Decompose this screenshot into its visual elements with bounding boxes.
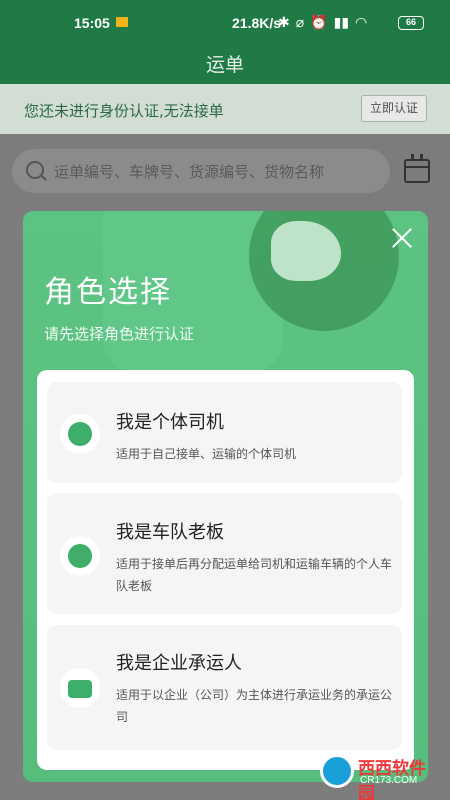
network-speed: 21.8K/s: [232, 15, 282, 31]
search-input[interactable]: 运单编号、车牌号、货源编号、货物名称: [12, 149, 390, 193]
search-icon: [26, 161, 44, 179]
close-icon[interactable]: [390, 226, 414, 250]
calendar-icon[interactable]: [404, 154, 430, 183]
bluetooth-icon: ✱: [278, 14, 290, 30]
dialog-subtitle: 请先选择角色进行认证: [44, 325, 195, 343]
mute-icon: ⌀: [295, 14, 305, 30]
watermark-url: CR173.COM: [360, 775, 418, 786]
briefcase-icon: [60, 668, 100, 708]
role-list: 我是个体司机 适用于自己接单、运输的个体司机 我是车队老板 适用于接单后再分配运…: [37, 370, 414, 770]
page-title: 运单: [205, 54, 244, 76]
search-placeholder: 运单编号、车牌号、货源编号、货物名称: [54, 163, 325, 181]
role-title: 我是个体司机: [116, 412, 224, 433]
app-header: 运单: [0, 44, 450, 84]
role-desc: 适用于自己接单、运输的个体司机: [116, 447, 297, 461]
signal-icon: ▮▮: [333, 14, 350, 30]
verification-notice: 您还未进行身份认证,无法接单 立即认证: [0, 84, 450, 134]
role-title: 我是车队老板: [116, 522, 224, 543]
role-desc: 适用于接单后再分配运单给司机和运输车辆的个人车队老板: [116, 557, 393, 593]
dialog-title: 角色选择: [44, 275, 172, 310]
watermark-logo-icon: [320, 754, 354, 788]
alarm-icon: ⏰: [310, 14, 328, 30]
watermark: 西西软件园 CR173.COM: [320, 752, 438, 800]
role-card-enterprise[interactable]: 我是企业承运人 适用于以企业（公司）为主体进行承运业务的承运公司: [47, 625, 402, 750]
driver-icon: [60, 414, 100, 454]
fleet-owner-icon: [60, 536, 100, 576]
status-icons: ✱ ⌀ ⏰ ▮▮ ◠: [278, 14, 367, 31]
verify-now-button[interactable]: 立即认证: [361, 95, 427, 122]
battery-icon: 66: [398, 16, 424, 30]
role-card-driver[interactable]: 我是个体司机 适用于自己接单、运输的个体司机: [47, 382, 402, 483]
role-desc: 适用于以企业（公司）为主体进行承运业务的承运公司: [116, 688, 393, 724]
role-select-dialog: 角色选择 请先选择角色进行认证 我是个体司机 适用于自己接单、运输的个体司机 我…: [23, 211, 428, 782]
status-time: 15:05: [74, 15, 110, 31]
search-area: 运单编号、车牌号、货源编号、货物名称: [0, 134, 450, 216]
role-card-fleet-owner[interactable]: 我是车队老板 适用于接单后再分配运单给司机和运输车辆的个人车队老板: [47, 493, 402, 614]
notification-flag-icon: [116, 17, 128, 27]
status-bar: 15:05 21.8K/s ✱ ⌀ ⏰ ▮▮ ◠ 66: [0, 0, 450, 44]
wifi-icon: ◠: [355, 14, 368, 30]
role-title: 我是企业承运人: [116, 653, 242, 674]
notice-text: 您还未进行身份认证,无法接单: [24, 102, 224, 120]
